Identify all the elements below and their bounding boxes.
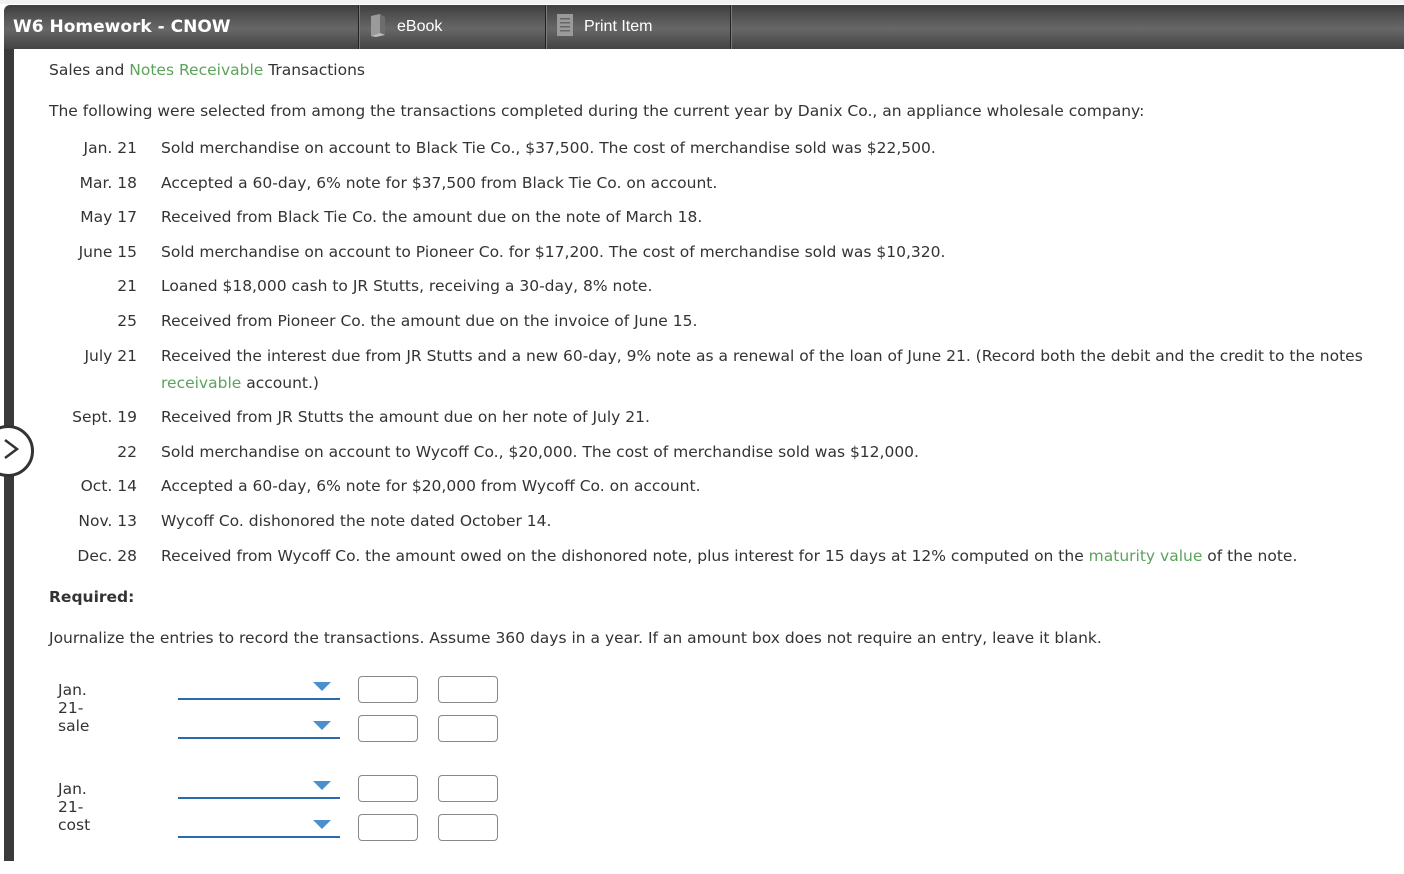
transaction-text: Sold merchandise on account to Wycoff Co… — [161, 442, 919, 461]
entry-label: Jan. 21-sale — [58, 681, 90, 735]
transaction-text: Accepted a 60-day, 6% note for $20,000 f… — [161, 477, 701, 496]
transaction-row: Jan. 21 Sold merchandise on account to Bl… — [49, 135, 1389, 170]
transaction-date: June 15 — [78, 242, 137, 261]
transaction-text: Sold merchandise on account to Pioneer C… — [161, 242, 946, 261]
transaction-date: May 17 — [80, 208, 137, 227]
dropdown-arrow-icon — [313, 721, 331, 730]
credit-input[interactable] — [438, 715, 498, 742]
transaction-text-part: Received from Wycoff Co. the amount owed… — [161, 546, 1089, 565]
heading-text-end: Transactions — [263, 61, 365, 79]
toolbar: W6 Homework - CNOW eBook Print Item — [4, 5, 1404, 49]
transaction-row: Oct. 14 Accepted a 60-day, 6% note for $2… — [49, 473, 1389, 508]
transaction-row: Sept. 19 Received from JR Stutts the amou… — [49, 404, 1389, 439]
transaction-row: July 21 Received the interest due from JR… — [49, 343, 1389, 405]
ebook-button[interactable]: eBook — [358, 5, 545, 49]
transaction-text: Sold merchandise on account to Black Tie… — [161, 139, 936, 157]
account-select[interactable] — [178, 676, 340, 700]
transaction-text: Received from Wycoff Co. the amount owed… — [161, 543, 1389, 578]
dropdown-arrow-icon — [313, 781, 331, 790]
transaction-text: Accepted a 60-day, 6% note for $37,500 f… — [161, 173, 718, 192]
debit-input[interactable] — [358, 775, 418, 802]
transaction-row: Nov. 13 Wycoff Co. dishonored the note da… — [49, 508, 1389, 543]
transaction-row: 22 Sold merchandise on account to Wycoff … — [49, 439, 1389, 474]
transaction-date: Dec. 28 — [77, 546, 137, 565]
instructions-text: Journalize the entries to record the tra… — [49, 629, 1102, 648]
window-top-strip — [0, 0, 1404, 4]
toolbar-divider — [730, 5, 733, 49]
account-select[interactable] — [178, 715, 340, 739]
transaction-text: Received from Black Tie Co. the amount d… — [161, 208, 703, 227]
transaction-date: Oct. 14 — [80, 477, 137, 496]
transaction-date: July 21 — [84, 346, 137, 365]
account-select[interactable] — [178, 775, 340, 799]
transaction-text: Loaned $18,000 cash to JR Stutts, receiv… — [161, 277, 653, 296]
transaction-row: Dec. 28 Received from Wycoff Co. the amou… — [49, 543, 1389, 578]
transaction-text: Wycoff Co. dishonored the note dated Oct… — [161, 511, 552, 530]
transaction-text-part: account.) — [241, 373, 319, 392]
transaction-date: Sept. 19 — [72, 408, 137, 427]
intro-text: The following were selected from among t… — [49, 102, 1145, 120]
transaction-row: Mar. 18 Accepted a 60-day, 6% note for $3… — [49, 170, 1389, 205]
transaction-date: 22 — [117, 442, 137, 461]
transaction-date: Jan. 21 — [83, 139, 137, 157]
book-icon — [369, 13, 387, 42]
transaction-text: Received from JR Stutts the amount due o… — [161, 408, 650, 427]
dropdown-arrow-icon — [313, 682, 331, 691]
expand-panel-button[interactable] — [0, 425, 34, 477]
transaction-date: 21 — [117, 277, 137, 296]
debit-input[interactable] — [358, 814, 418, 841]
transaction-text: Received the interest due from JR Stutts… — [161, 343, 1389, 405]
ebook-label: eBook — [397, 18, 443, 35]
account-select[interactable] — [178, 814, 340, 838]
debit-input[interactable] — [358, 676, 418, 703]
transaction-row: 25 Received from Pioneer Co. the amount d… — [49, 308, 1389, 343]
transactions-table: Jan. 21 Sold merchandise on account to Bl… — [49, 135, 1389, 577]
problem-content: Sales and Notes Receivable Transactions … — [49, 58, 1389, 650]
assignment-title: W6 Homework - CNOW — [13, 17, 231, 37]
chevron-right-icon — [3, 437, 20, 465]
transaction-text-part: of the note. — [1202, 546, 1298, 565]
credit-input[interactable] — [438, 775, 498, 802]
transaction-text: Received from Pioneer Co. the amount due… — [161, 311, 698, 330]
entry-label: Jan. 21-cost — [58, 780, 91, 834]
document-icon — [556, 13, 574, 42]
debit-input[interactable] — [358, 715, 418, 742]
transaction-date: Mar. 18 — [79, 173, 137, 192]
transaction-row: 21 Loaned $18,000 cash to JR Stutts, rece… — [49, 273, 1389, 308]
required-label: Required: — [49, 588, 135, 607]
problem-heading: Sales and Notes Receivable Transactions — [49, 58, 1389, 82]
transaction-date: 25 — [117, 311, 137, 330]
notes-receivable-link[interactable]: Notes Receivable — [129, 61, 263, 79]
credit-input[interactable] — [438, 676, 498, 703]
transaction-row: May 17 Received from Black Tie Co. the am… — [49, 204, 1389, 239]
maturity-value-link[interactable]: maturity value — [1089, 547, 1203, 565]
transaction-date: Nov. 13 — [78, 511, 137, 530]
transaction-row: June 15 Sold merchandise on account to Pi… — [49, 239, 1389, 274]
credit-input[interactable] — [438, 814, 498, 841]
heading-text: Sales and — [49, 61, 130, 79]
dropdown-arrow-icon — [313, 820, 331, 829]
print-item-label: Print Item — [584, 18, 653, 35]
transaction-text-part: Received the interest due from JR Stutts… — [161, 346, 1363, 365]
print-item-button[interactable]: Print Item — [545, 5, 730, 49]
receivable-link[interactable]: receivable — [161, 374, 241, 392]
